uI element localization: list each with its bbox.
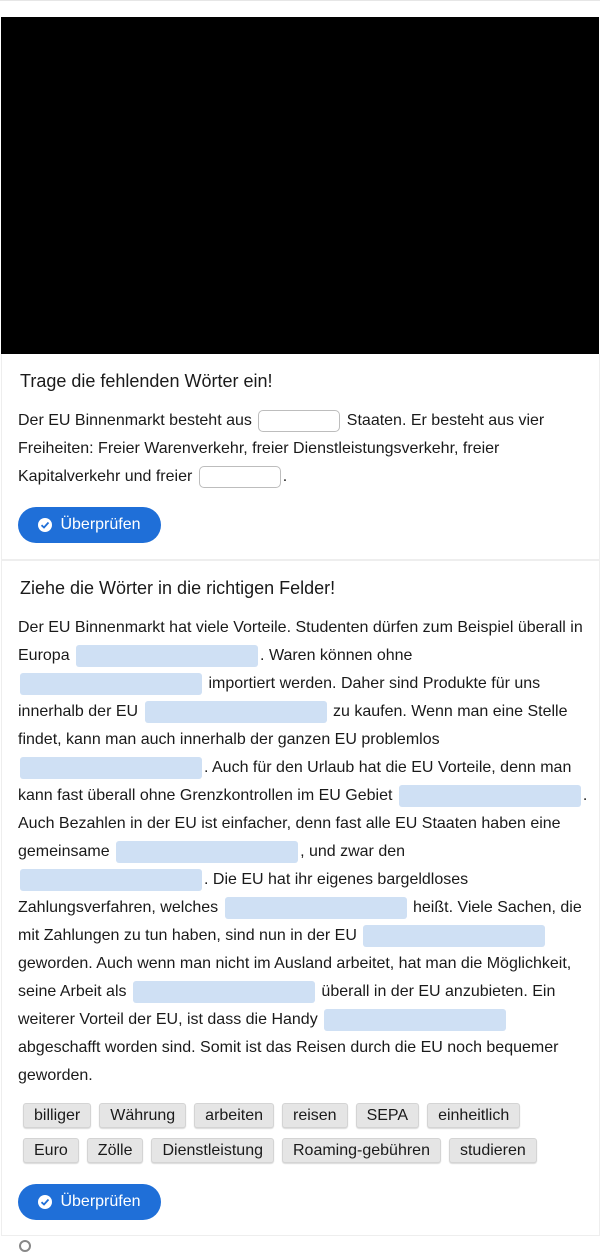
word-chip[interactable]: studieren xyxy=(448,1138,537,1163)
circle-icon xyxy=(19,1240,31,1252)
word-chip[interactable]: SEPA xyxy=(355,1103,420,1128)
drop-zone-10[interactable] xyxy=(132,980,315,1003)
drop-zone-3[interactable] xyxy=(144,700,327,723)
word-bank: billiger Währung arbeiten reisen SEPA ei… xyxy=(23,1103,583,1173)
word-chip[interactable]: Zölle xyxy=(86,1138,144,1163)
drop-zone-11[interactable] xyxy=(324,1008,507,1031)
drop-zone-5[interactable] xyxy=(398,784,581,807)
check-button-label: Überprüfen xyxy=(60,1193,141,1210)
word-chip[interactable]: Dienstleistung xyxy=(151,1138,274,1163)
drop-zone-1[interactable] xyxy=(76,644,259,667)
drop-zone-4[interactable] xyxy=(20,756,202,779)
text-segment: . xyxy=(282,468,288,485)
drop-zone-2[interactable] xyxy=(20,672,202,695)
word-chip[interactable]: arbeiten xyxy=(194,1103,274,1128)
video-player[interactable] xyxy=(1,17,599,354)
text-segment: , und zwar den xyxy=(300,843,406,860)
blank-input-1[interactable] xyxy=(258,409,341,432)
check-button[interactable]: Überprüfen xyxy=(18,507,161,543)
word-chip[interactable]: Währung xyxy=(99,1103,187,1128)
exercise-text: Der EU Binnenmarkt hat viele Vorteile. S… xyxy=(18,614,588,1090)
drag-drop-exercise: Ziehe die Wörter in die richtigen Felder… xyxy=(1,561,600,1236)
text-segment: . Waren können ohne xyxy=(260,647,413,664)
word-chip[interactable]: einheitlich xyxy=(427,1103,521,1128)
drop-zone-9[interactable] xyxy=(363,924,546,947)
check-button[interactable]: Überprüfen xyxy=(18,1184,161,1220)
word-bank-row: Euro Zölle Dienstleistung Roaming-gebühr… xyxy=(23,1138,583,1163)
exercise-text: Der EU Binnenmarkt besteht aus Staaten. … xyxy=(18,407,588,491)
drop-zone-6[interactable] xyxy=(116,840,299,863)
check-circle-icon xyxy=(38,1195,53,1209)
check-button-label: Überprüfen xyxy=(60,516,141,533)
word-chip[interactable]: Roaming-gebühren xyxy=(281,1138,441,1163)
drop-zone-7[interactable] xyxy=(20,868,202,891)
exercise-title: Ziehe die Wörter in die richtigen Felder… xyxy=(20,578,336,598)
check-circle-icon xyxy=(38,518,53,532)
word-chip[interactable]: billiger xyxy=(23,1103,92,1128)
fill-in-exercise: Trage die fehlenden Wörter ein! Der EU B… xyxy=(1,354,600,561)
exercise-title: Trage die fehlenden Wörter ein! xyxy=(20,371,273,391)
text-segment: Der EU Binnenmarkt besteht aus xyxy=(18,412,252,429)
top-divider xyxy=(0,0,600,1)
blank-input-2[interactable] xyxy=(198,465,281,488)
drop-zone-8[interactable] xyxy=(224,896,407,919)
word-bank-row: billiger Währung arbeiten reisen SEPA ei… xyxy=(23,1103,583,1128)
word-chip[interactable]: reisen xyxy=(282,1103,348,1128)
text-segment: abgeschafft worden sind. Somit ist das R… xyxy=(18,1039,559,1084)
word-chip[interactable]: Euro xyxy=(23,1138,79,1163)
